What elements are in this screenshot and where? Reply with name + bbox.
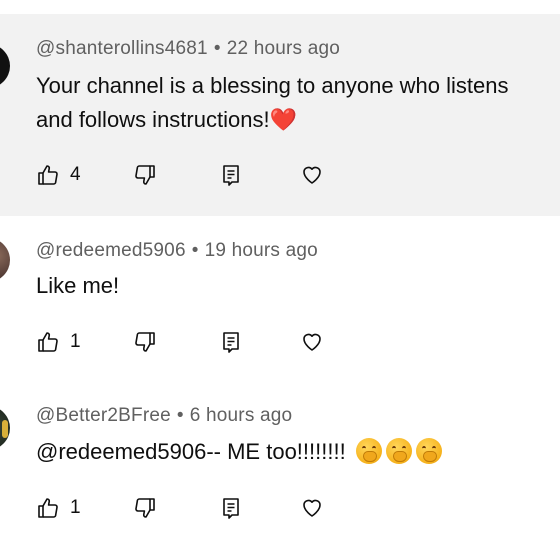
like-count: 1 <box>70 331 81 352</box>
comment-time: 6 hours ago <box>189 405 293 426</box>
heart-button[interactable] <box>300 329 324 355</box>
comment-username[interactable]: @shanterollins4681 <box>36 38 208 59</box>
like-count: 1 <box>70 497 81 518</box>
comment-actions: 4 <box>36 162 356 188</box>
comment-actions: 1 <box>36 495 356 521</box>
comment-meta: @Better2BFree • 6 hours ago <box>36 405 292 427</box>
thumbs-up-icon <box>38 332 58 352</box>
heart-icon <box>303 166 321 184</box>
reply-icon <box>223 165 239 186</box>
thumbs-up-icon <box>38 165 58 185</box>
comment-item: @shanterollins4681 • 22 hours ago Your cha… <box>0 14 560 216</box>
face-with-hand-over-mouth-emoji <box>385 438 412 464</box>
heart-icon <box>303 499 321 517</box>
like-button[interactable]: 1 <box>36 495 81 521</box>
dislike-button[interactable] <box>133 162 157 188</box>
comment-meta: @redeemed5906 • 19 hours ago <box>36 240 318 262</box>
comment-username[interactable]: @Better2BFree <box>36 405 171 426</box>
thumbs-down-icon <box>135 165 155 185</box>
reply-icon <box>223 498 239 519</box>
face-with-hand-over-mouth-emoji <box>355 438 382 464</box>
reply-button[interactable] <box>219 329 243 355</box>
reply-button[interactable] <box>219 495 243 521</box>
like-count: 4 <box>70 164 81 185</box>
like-button[interactable]: 4 <box>36 162 81 188</box>
comment-actions: 1 <box>36 329 356 355</box>
comment-text: Your channel is a blessing to anyone who… <box>36 69 509 137</box>
reply-button[interactable] <box>219 162 243 188</box>
meta-separator: • <box>191 240 199 261</box>
face-with-hand-over-mouth-emoji <box>415 438 442 464</box>
thumbs-up-icon <box>38 498 58 518</box>
comment-time: 22 hours ago <box>226 38 341 59</box>
dislike-button[interactable] <box>133 329 157 355</box>
comment-text-line: Your channel is a blessing to anyone who… <box>36 73 509 98</box>
comment-time: 19 hours ago <box>204 240 318 261</box>
avatar[interactable] <box>0 44 10 88</box>
red-heart-emoji: ❤️ <box>269 107 297 132</box>
comment-item: @Better2BFree • 6 hours ago @redeemed5906-… <box>0 388 560 560</box>
comment-text-line: @redeemed5906-- ME too!!!!!!!! <box>36 435 442 469</box>
comment-text-segment: and follows instructions! <box>36 107 270 132</box>
reply-icon <box>223 332 239 353</box>
meta-separator: • <box>213 38 221 59</box>
comment-text: Like me! <box>36 269 119 303</box>
thumbs-down-icon <box>135 498 155 518</box>
comment-text-line: and follows instructions!❤️ <box>36 103 509 137</box>
avatar[interactable] <box>0 238 10 282</box>
comment-text-line: Like me! <box>36 273 120 298</box>
comment-username[interactable]: @redeemed5906 <box>36 240 186 261</box>
dislike-button[interactable] <box>133 495 157 521</box>
comment-item: @redeemed5906 • 19 hours ago Like me! 1 <box>0 216 560 388</box>
comment-text: @redeemed5906-- ME too!!!!!!!! <box>36 435 442 469</box>
comment-text-segment: @redeemed5906-- ME too!!!!!!!! <box>36 439 346 464</box>
heart-button[interactable] <box>300 162 324 188</box>
like-button[interactable]: 1 <box>36 329 81 355</box>
meta-separator: • <box>176 405 184 426</box>
heart-button[interactable] <box>300 495 324 521</box>
heart-icon <box>303 333 321 351</box>
avatar[interactable] <box>0 406 10 450</box>
comments-page: @shanterollins4681 • 22 hours ago Your cha… <box>0 0 560 560</box>
thumbs-down-icon <box>135 332 155 352</box>
comment-meta: @shanterollins4681 • 22 hours ago <box>36 38 340 60</box>
